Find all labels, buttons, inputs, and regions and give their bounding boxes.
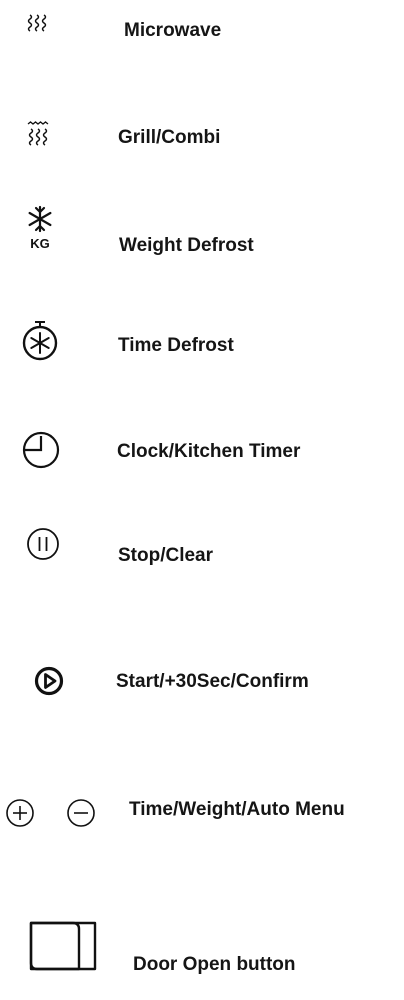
- legend-label-grill-combi: Grill/Combi: [118, 127, 221, 148]
- grill-combi-icon: [27, 121, 51, 147]
- legend-label-clock-kitchen-timer: Clock/Kitchen Timer: [117, 441, 301, 462]
- pause-circle-icon: [25, 526, 61, 562]
- clock-icon: [21, 430, 61, 470]
- legend-label-time-weight-auto-menu: Time/Weight/Auto Menu: [129, 799, 345, 820]
- time-defrost-icon: [22, 320, 58, 362]
- kg-icon-text: KG: [30, 236, 50, 251]
- legend-label-weight-defrost: Weight Defrost: [119, 235, 254, 256]
- plus-minus-circle-icons: [5, 797, 99, 829]
- door-icon: [25, 918, 103, 974]
- minus-circle-icon: [67, 799, 95, 827]
- legend-label-stop-clear: Stop/Clear: [118, 545, 214, 566]
- microwave-waves-icon: [27, 14, 49, 32]
- legend-label-microwave: Microwave: [124, 20, 222, 41]
- plus-circle-icon: [6, 799, 34, 827]
- play-circle-icon: [34, 666, 64, 696]
- legend-label-door-open-button: Door Open button: [133, 954, 296, 975]
- legend-label-time-defrost: Time Defrost: [118, 335, 234, 356]
- weight-defrost-icon: KG: [22, 204, 58, 252]
- legend-label-start-30sec-confirm: Start/+30Sec/Confirm: [116, 671, 309, 692]
